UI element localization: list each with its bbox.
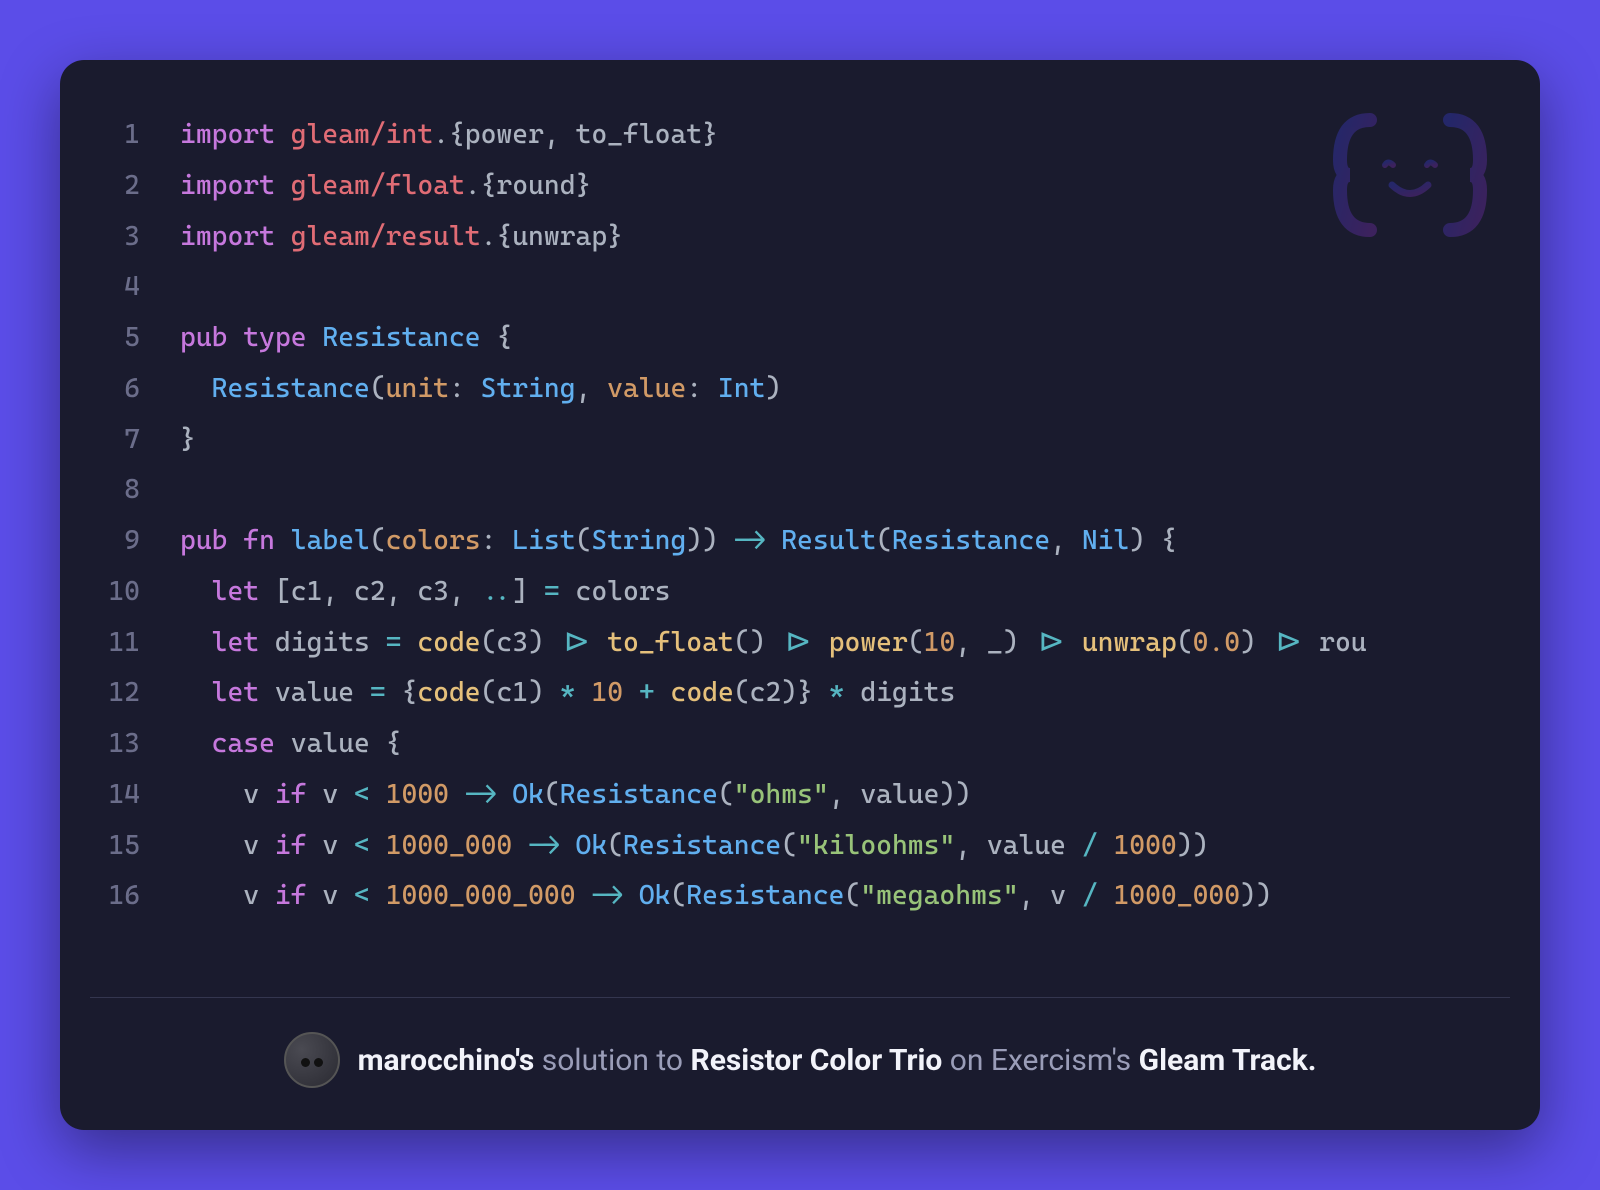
code-line: 4 xyxy=(90,262,1367,313)
on-word: on Exercism's xyxy=(950,1043,1131,1078)
code-table: 1import gleam/int.{power, to_float}2impo… xyxy=(90,110,1367,922)
line-number: 1 xyxy=(90,110,180,161)
line-number: 2 xyxy=(90,161,180,212)
line-content[interactable] xyxy=(180,465,1367,516)
code-line: 11 let digits = code(c3) |> to_float() |… xyxy=(90,618,1367,669)
code-line: 7} xyxy=(90,415,1367,466)
attribution-footer: marocchino's solution to Resistor Color … xyxy=(60,998,1540,1130)
line-content[interactable]: pub fn label(colors: List(String)) -> Re… xyxy=(180,516,1367,567)
line-number: 14 xyxy=(90,770,180,821)
line-content[interactable]: import gleam/float.{round} xyxy=(180,161,1367,212)
line-content[interactable]: case value { xyxy=(180,719,1367,770)
line-content[interactable]: import gleam/int.{power, to_float} xyxy=(180,110,1367,161)
code-line: 14 v if v < 1000 -> Ok(Resistance("ohms"… xyxy=(90,770,1367,821)
code-line: 15 v if v < 1000_000 -> Ok(Resistance("k… xyxy=(90,821,1367,872)
code-line: 3import gleam/result.{unwrap} xyxy=(90,212,1367,263)
line-number: 3 xyxy=(90,212,180,263)
attribution-text: marocchino's solution to Resistor Color … xyxy=(358,1043,1317,1078)
code-line: 10 let [c1, c2, c3, ..] = colors xyxy=(90,567,1367,618)
username: marocchino's xyxy=(358,1043,535,1078)
code-line: 2import gleam/float.{round} xyxy=(90,161,1367,212)
line-number: 11 xyxy=(90,618,180,669)
code-line: 5pub type Resistance { xyxy=(90,313,1367,364)
code-line: 1import gleam/int.{power, to_float} xyxy=(90,110,1367,161)
line-number: 4 xyxy=(90,262,180,313)
line-content[interactable]: v if v < 1000 -> Ok(Resistance("ohms", v… xyxy=(180,770,1367,821)
line-content[interactable]: let digits = code(c3) |> to_float() |> p… xyxy=(180,618,1367,669)
code-line: 12 let value = {code(c1) * 10 + code(c2)… xyxy=(90,668,1367,719)
avatar xyxy=(284,1032,340,1088)
exercism-logo-icon xyxy=(1330,110,1490,240)
line-number: 9 xyxy=(90,516,180,567)
line-number: 15 xyxy=(90,821,180,872)
code-area[interactable]: 1import gleam/int.{power, to_float}2impo… xyxy=(60,60,1540,997)
line-number: 8 xyxy=(90,465,180,516)
line-content[interactable]: let value = {code(c1) * 10 + code(c2)} *… xyxy=(180,668,1367,719)
solution-word: solution to xyxy=(542,1043,683,1078)
line-number: 10 xyxy=(90,567,180,618)
code-line: 8 xyxy=(90,465,1367,516)
track-name: Gleam Track. xyxy=(1139,1043,1317,1078)
line-content[interactable]: let [c1, c2, c3, ..] = colors xyxy=(180,567,1367,618)
code-line: 16 v if v < 1000_000_000 -> Ok(Resistanc… xyxy=(90,871,1367,922)
line-number: 16 xyxy=(90,871,180,922)
line-content[interactable]: Resistance(unit: String, value: Int) xyxy=(180,364,1367,415)
line-content[interactable] xyxy=(180,262,1367,313)
line-number: 7 xyxy=(90,415,180,466)
line-number: 6 xyxy=(90,364,180,415)
line-number: 13 xyxy=(90,719,180,770)
code-card: 1import gleam/int.{power, to_float}2impo… xyxy=(60,60,1540,1130)
line-number: 12 xyxy=(90,668,180,719)
line-content[interactable]: v if v < 1000_000_000 -> Ok(Resistance("… xyxy=(180,871,1367,922)
code-line: 9pub fn label(colors: List(String)) -> R… xyxy=(90,516,1367,567)
code-line: 6 Resistance(unit: String, value: Int) xyxy=(90,364,1367,415)
code-line: 13 case value { xyxy=(90,719,1367,770)
line-content[interactable]: } xyxy=(180,415,1367,466)
line-number: 5 xyxy=(90,313,180,364)
exercise-name: Resistor Color Trio xyxy=(690,1043,942,1078)
line-content[interactable]: v if v < 1000_000 -> Ok(Resistance("kilo… xyxy=(180,821,1367,872)
line-content[interactable]: pub type Resistance { xyxy=(180,313,1367,364)
line-content[interactable]: import gleam/result.{unwrap} xyxy=(180,212,1367,263)
